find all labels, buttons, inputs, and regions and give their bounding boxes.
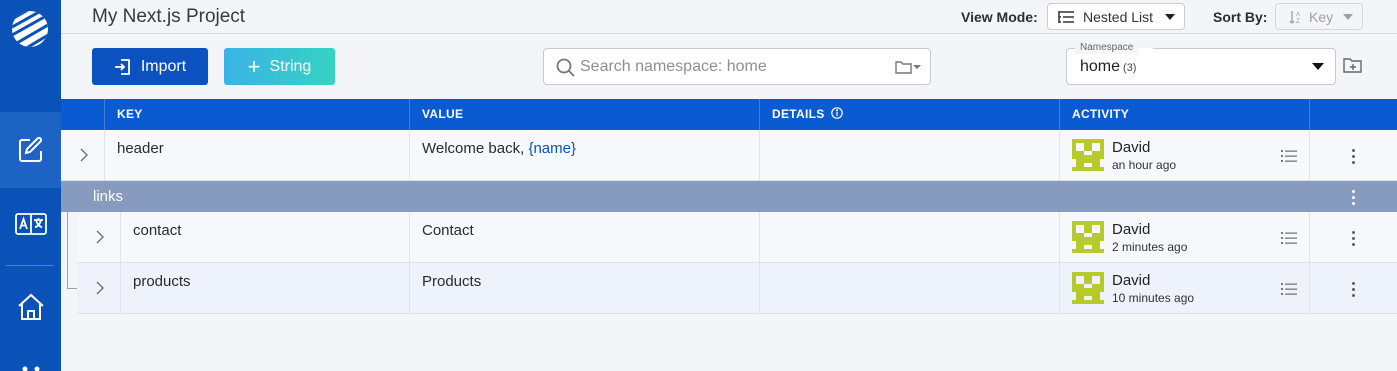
- top-bar: My Next.js Project View Mode: Nested Lis…: [61, 0, 1397, 34]
- activity-user: David: [1112, 272, 1151, 289]
- nested-list-icon: [1058, 10, 1074, 23]
- sort-by-select[interactable]: A Z Key: [1275, 3, 1363, 30]
- activity-user: David: [1112, 221, 1151, 238]
- table-row[interactable]: products Products David 10 minutes ago: [77, 263, 1397, 314]
- value-variable: {name}: [528, 140, 576, 157]
- key-cell[interactable]: products: [133, 273, 191, 290]
- folder-dropdown[interactable]: [895, 60, 922, 74]
- chevron-down-icon: [1343, 14, 1353, 20]
- kebab-icon[interactable]: [1352, 282, 1356, 297]
- add-string-label: String: [269, 57, 312, 75]
- history-list-icon[interactable]: [1281, 283, 1297, 295]
- history-list-icon[interactable]: [1281, 150, 1297, 162]
- group-label: links: [93, 188, 124, 205]
- view-mode-label: View Mode:: [961, 9, 1038, 25]
- search-namespace-field[interactable]: [543, 48, 931, 85]
- value-cell[interactable]: Welcome back, {name}: [422, 140, 576, 157]
- view-mode-select[interactable]: Nested List: [1047, 3, 1185, 30]
- namespace-count: (3): [1123, 62, 1137, 74]
- namespace-legend: Namespace: [1075, 42, 1139, 54]
- table-row[interactable]: header Welcome back, {name} David an hou…: [61, 130, 1397, 181]
- chevron-right-icon[interactable]: [95, 230, 104, 244]
- home-icon: [17, 293, 44, 320]
- kebab-icon[interactable]: [1352, 149, 1356, 164]
- plus-icon: +: [247, 53, 261, 79]
- svg-text:A: A: [1296, 12, 1300, 18]
- details-cell[interactable]: [759, 130, 1060, 180]
- more-icon: [22, 366, 39, 371]
- key-cell[interactable]: header: [117, 140, 164, 157]
- add-namespace-button[interactable]: [1343, 57, 1363, 79]
- chevron-down-icon: [1165, 14, 1175, 20]
- details-cell[interactable]: [759, 212, 1060, 262]
- project-title: My Next.js Project: [92, 6, 246, 27]
- svg-text:Z: Z: [1296, 19, 1300, 24]
- import-label: Import: [140, 57, 187, 75]
- kebab-icon[interactable]: [1352, 190, 1356, 205]
- sort-icon: A Z: [1289, 10, 1300, 24]
- import-icon: [114, 58, 130, 75]
- key-cell[interactable]: contact: [133, 222, 181, 239]
- value-cell[interactable]: Products: [422, 273, 481, 290]
- details-cell[interactable]: [759, 263, 1060, 313]
- namespace-name: home: [1080, 58, 1121, 75]
- chevron-right-icon[interactable]: [95, 281, 104, 295]
- translate-icon: [14, 213, 47, 235]
- kebab-icon[interactable]: [1352, 231, 1356, 246]
- sidebar-item-more[interactable]: [0, 364, 61, 371]
- tree-line: [67, 288, 77, 289]
- sidebar: [0, 0, 61, 371]
- avatar: [1072, 139, 1104, 171]
- namespace-value: home (3): [1080, 58, 1136, 76]
- view-mode-value: Nested List: [1083, 8, 1154, 25]
- globe-logo-icon[interactable]: [10, 9, 50, 49]
- history-list-icon[interactable]: [1281, 232, 1297, 244]
- sidebar-item-translate[interactable]: [0, 212, 61, 236]
- chevron-right-icon[interactable]: [79, 148, 88, 162]
- folder-icon: [895, 61, 912, 74]
- group-row-links[interactable]: links: [61, 181, 1397, 212]
- value-text: Welcome back,: [422, 140, 529, 157]
- column-activity[interactable]: ACTIVITY: [1059, 99, 1310, 130]
- chevron-down-icon: [913, 65, 921, 69]
- activity-time: 2 minutes ago: [1112, 240, 1188, 254]
- folder-plus-icon: [1343, 58, 1362, 73]
- sidebar-item-home[interactable]: [0, 292, 61, 322]
- activity-user: David: [1112, 139, 1151, 156]
- table-row[interactable]: contact Contact David 2 minutes ago: [77, 212, 1397, 263]
- table-header: KEY VALUE DETAILS ACTIVITY: [61, 99, 1397, 130]
- search-icon: [556, 58, 575, 77]
- sidebar-item-editor[interactable]: [0, 136, 61, 164]
- add-string-button[interactable]: + String: [224, 48, 335, 85]
- column-actions: [1309, 99, 1397, 130]
- column-details[interactable]: DETAILS: [759, 99, 1060, 130]
- sidebar-divider: [6, 265, 54, 266]
- column-details-label: DETAILS: [772, 107, 825, 121]
- sort-by-label: Sort By:: [1213, 9, 1268, 25]
- import-button[interactable]: Import: [92, 48, 208, 85]
- edit-icon: [18, 136, 42, 162]
- search-input[interactable]: [580, 57, 880, 77]
- avatar: [1072, 272, 1104, 304]
- sort-by-value: Key: [1309, 8, 1334, 25]
- avatar: [1072, 221, 1104, 253]
- column-value[interactable]: VALUE: [409, 99, 760, 130]
- tree-line: [67, 212, 68, 288]
- activity-time: an hour ago: [1112, 158, 1177, 172]
- value-cell[interactable]: Contact: [422, 222, 474, 239]
- chevron-down-icon[interactable]: [1312, 63, 1324, 70]
- column-key[interactable]: KEY: [104, 99, 410, 130]
- activity-time: 10 minutes ago: [1112, 291, 1195, 305]
- info-icon[interactable]: [831, 107, 843, 119]
